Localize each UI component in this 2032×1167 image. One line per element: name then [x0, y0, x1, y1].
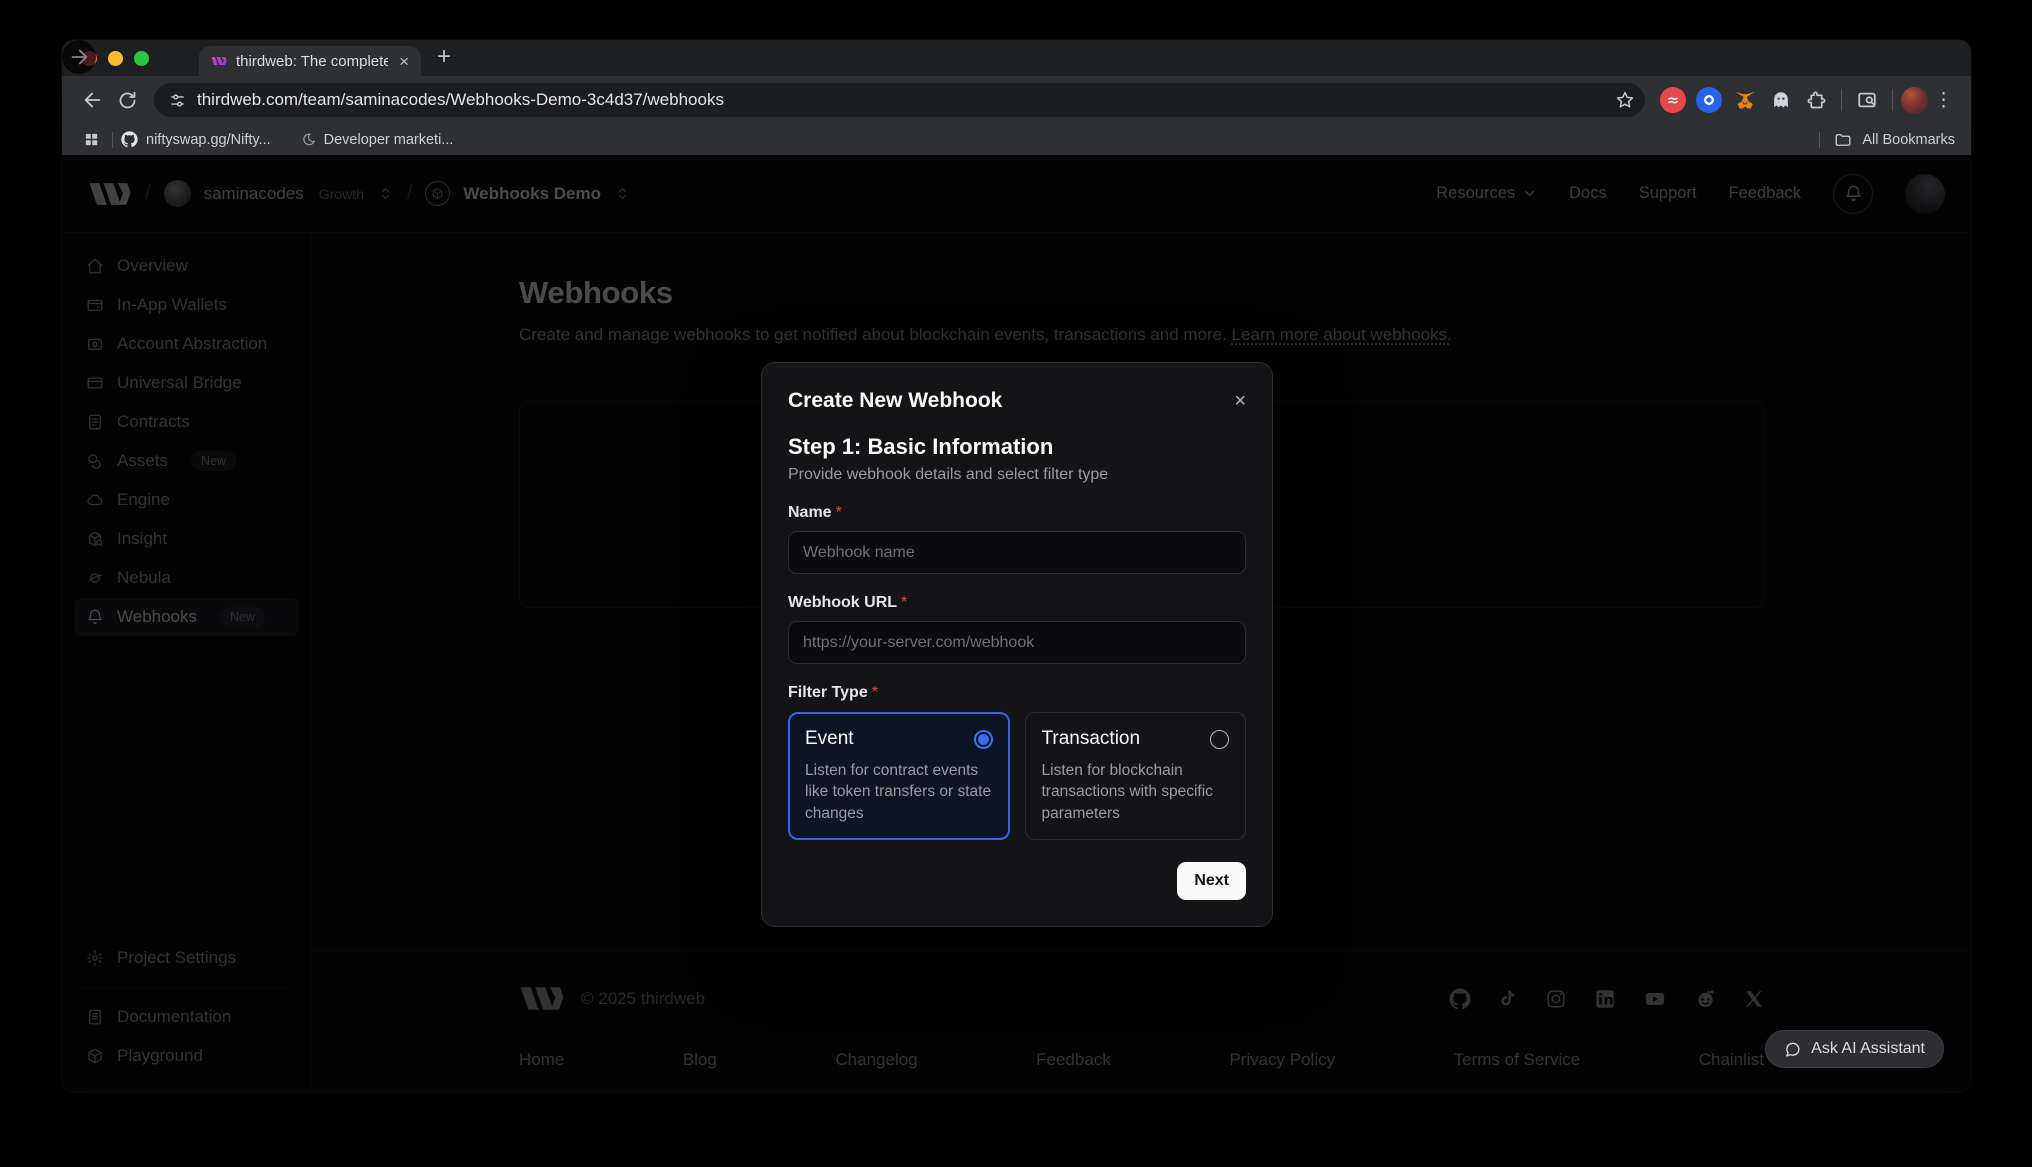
crescent-icon	[301, 132, 316, 147]
extension-rainbow-icon[interactable]	[1660, 87, 1686, 113]
required-marker: *	[836, 504, 842, 521]
required-marker: *	[872, 684, 878, 701]
toolbar-divider	[1892, 89, 1893, 111]
webhook-url-input[interactable]	[788, 621, 1246, 664]
github-icon	[121, 131, 138, 148]
create-webhook-modal: Create New Webhook × Step 1: Basic Infor…	[761, 362, 1273, 927]
bookmark-star-icon[interactable]	[1615, 90, 1635, 110]
site-settings-icon[interactable]	[169, 92, 186, 109]
close-icon[interactable]: ×	[1234, 391, 1246, 411]
filter-option-transaction[interactable]: Transaction Listen for blockchain transa…	[1025, 712, 1247, 840]
browser-profile-avatar[interactable]	[1901, 87, 1928, 114]
thirdweb-favicon	[211, 53, 227, 69]
browser-tab[interactable]: thirdweb: The complete web3 ×	[199, 46, 421, 76]
reload-icon[interactable]	[110, 83, 144, 117]
apps-grid-icon[interactable]	[78, 127, 104, 153]
browser-menu-icon[interactable]: ⋮	[1928, 89, 1961, 112]
webhook-name-input[interactable]	[788, 531, 1246, 574]
tab-close-icon[interactable]: ×	[397, 53, 411, 70]
chat-bubble-icon	[1784, 1041, 1801, 1058]
bookmarks-divider	[112, 132, 113, 148]
filter-option-event[interactable]: Event Listen for contract events like to…	[788, 712, 1010, 840]
all-bookmarks-button[interactable]: All Bookmarks	[1862, 132, 1955, 148]
forward-icon[interactable]	[62, 40, 96, 74]
step-title: Step 1: Basic Information	[788, 434, 1246, 460]
modal-title: Create New Webhook	[788, 389, 1002, 413]
zoom-window-button[interactable]	[134, 51, 149, 66]
url-text[interactable]: thirdweb.com/team/saminacodes/Webhooks-D…	[197, 90, 1604, 110]
bookmark-niftyswap[interactable]: niftyswap.gg/Nifty...	[121, 131, 271, 148]
extension-phantom-icon[interactable]	[1768, 87, 1794, 113]
filter-type-label: Filter Type*	[788, 684, 1246, 702]
bookmarks-bar: niftyswap.gg/Nifty... Developer marketi.…	[62, 124, 1971, 155]
step-subtitle: Provide webhook details and select filte…	[788, 466, 1246, 484]
bookmark-developer-marketing[interactable]: Developer marketi...	[301, 132, 454, 148]
address-bar[interactable]: thirdweb.com/team/saminacodes/Webhooks-D…	[154, 83, 1645, 117]
event-radio[interactable]	[974, 730, 993, 749]
browser-toolbar: thirdweb.com/team/saminacodes/Webhooks-D…	[62, 76, 1971, 124]
next-button[interactable]: Next	[1177, 862, 1246, 900]
tab-title: thirdweb: The complete web3	[236, 53, 388, 70]
transaction-radio[interactable]	[1210, 730, 1229, 749]
tab-strip: thirdweb: The complete web3 × +	[62, 40, 1971, 76]
name-label: Name*	[788, 504, 1246, 522]
folder-icon	[1834, 131, 1852, 149]
thirdweb-dashboard: / saminacodes Growth / Webhooks Demo Re	[62, 155, 1971, 1092]
minimize-window-button[interactable]	[108, 51, 123, 66]
bookmarks-divider	[1819, 132, 1820, 148]
required-marker: *	[901, 594, 907, 611]
toolbar-divider	[1841, 89, 1842, 111]
extensions-puzzle-icon[interactable]	[1799, 83, 1833, 117]
browser-window: thirdweb: The complete web3 × + thirdweb…	[62, 40, 1971, 1092]
side-panel-search-icon[interactable]	[1850, 83, 1884, 117]
extension-metamask-icon[interactable]	[1732, 87, 1758, 113]
extension-coinbase-icon[interactable]	[1696, 87, 1722, 113]
new-tab-button[interactable]: +	[437, 43, 451, 71]
back-icon[interactable]	[76, 83, 110, 117]
webhook-url-label: Webhook URL*	[788, 594, 1246, 612]
ask-ai-assistant-button[interactable]: Ask AI Assistant	[1765, 1030, 1944, 1068]
